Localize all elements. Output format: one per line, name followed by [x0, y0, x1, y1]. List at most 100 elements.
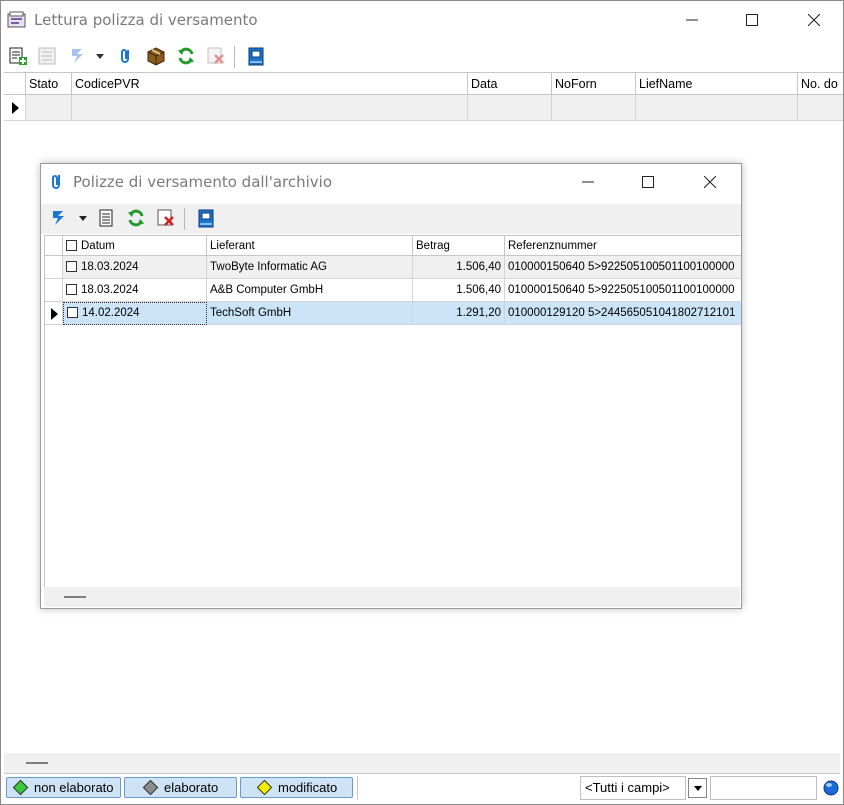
close-button[interactable]: [785, 1, 843, 39]
table-row[interactable]: 18.03.2024: [63, 256, 207, 279]
cell-betrag[interactable]: 1.506,40: [413, 279, 505, 302]
dialog-book-button[interactable]: [195, 208, 217, 230]
table-row-selected[interactable]: 14.02.2024: [63, 302, 207, 325]
column-header-liefname[interactable]: LiefName: [636, 73, 798, 95]
list-icon: [37, 46, 57, 69]
cell-lieferant[interactable]: TechSoft GmbH: [207, 302, 413, 325]
splitter-handle[interactable]: [26, 762, 48, 764]
cell-referenznummer[interactable]: 010000129120 5>244565051041802712101: [505, 302, 741, 325]
app-icon: [7, 10, 27, 33]
gray-diamond-icon: [142, 779, 159, 796]
legend-modificato[interactable]: modificato: [240, 777, 353, 798]
dialog-toolbar-separator: [184, 208, 185, 230]
refresh-icon: [126, 208, 146, 231]
main-titlebar[interactable]: Lettura polizza di versamento: [1, 1, 843, 39]
dialog-footer-bar: [44, 587, 740, 607]
column-header-stato[interactable]: Stato: [26, 73, 72, 95]
main-grid[interactable]: Stato CodicePVR Data NoForn LiefName No.…: [4, 72, 843, 125]
dialog-refresh-button[interactable]: [125, 208, 147, 230]
new-row-data[interactable]: [468, 95, 552, 121]
green-diamond-icon: [12, 779, 29, 796]
main-footer-bar: [4, 753, 840, 773]
legend-label: elaborato: [164, 780, 219, 795]
delete-icon: [206, 46, 226, 69]
attach-button[interactable]: [115, 46, 137, 68]
cell-lieferant[interactable]: A&B Computer GmbH: [207, 279, 413, 302]
column-header-data[interactable]: Data: [468, 73, 552, 95]
row-indicator[interactable]: [45, 279, 63, 302]
row-checkbox[interactable]: [66, 284, 77, 296]
dialog-close-button[interactable]: [681, 164, 739, 200]
cell-lieferant[interactable]: TwoByte Informatic AG: [207, 256, 413, 279]
dialog-maximize-button[interactable]: [619, 164, 677, 200]
toolbar-separator: [234, 46, 235, 68]
column-header-referenznummer[interactable]: Referenznummer: [505, 236, 741, 256]
list-view-button[interactable]: [36, 46, 58, 68]
dialog-delete-button[interactable]: [155, 208, 177, 230]
paperclip-icon: [49, 172, 65, 195]
row-checkbox[interactable]: [66, 261, 77, 273]
minimize-button[interactable]: [663, 1, 721, 39]
lightning-icon: [49, 208, 69, 231]
book-icon: [246, 46, 266, 69]
dialog-grid[interactable]: Datum Lieferant Betrag Referenznummer 18…: [44, 235, 741, 588]
book-button[interactable]: [245, 46, 267, 68]
dialog-process-button[interactable]: [48, 208, 70, 230]
row-indicator-header: [45, 236, 63, 256]
refresh-button[interactable]: [175, 46, 197, 68]
refresh-icon: [176, 46, 196, 69]
row-checkbox[interactable]: [67, 307, 78, 319]
new-row-no-do[interactable]: [798, 95, 843, 121]
archive-button[interactable]: [145, 46, 167, 68]
new-record-button[interactable]: [7, 46, 29, 68]
globe-icon: [822, 780, 840, 800]
dialog-titlebar[interactable]: Polizze di versamento dall'archivio: [41, 164, 741, 200]
paperclip-icon: [116, 46, 136, 69]
yellow-diamond-icon: [256, 779, 273, 796]
current-row-arrow-icon: [12, 102, 19, 114]
column-header-lieferant[interactable]: Lieferant: [207, 236, 413, 256]
new-row-noforn[interactable]: [552, 95, 636, 121]
dialog-details-button[interactable]: [95, 208, 117, 230]
column-header-no-do[interactable]: No. do: [798, 73, 843, 95]
maximize-button[interactable]: [723, 1, 781, 39]
dialog-minimize-button[interactable]: [559, 164, 617, 200]
cell-betrag[interactable]: 1.291,20: [413, 302, 505, 325]
filter-field-select[interactable]: <Tutti i campi>: [580, 776, 686, 800]
new-row-codicepvr[interactable]: [72, 95, 468, 121]
column-header-noforn[interactable]: NoForn: [552, 73, 636, 95]
dialog-title: Polizze di versamento dall'archivio: [73, 173, 333, 191]
row-indicator[interactable]: [4, 95, 26, 121]
select-all-checkbox[interactable]: [66, 240, 77, 252]
column-header-datum[interactable]: Datum: [63, 236, 207, 256]
row-indicator[interactable]: [45, 302, 63, 325]
process-dropdown[interactable]: [93, 46, 107, 68]
legend-label: non elaborato: [34, 780, 114, 795]
cell-betrag[interactable]: 1.506,40: [413, 256, 505, 279]
row-indicator[interactable]: [45, 256, 63, 279]
box-icon: [146, 46, 166, 69]
filter-dropdown-button[interactable]: [688, 778, 707, 798]
status-separator: [357, 776, 358, 800]
filter-field-value: <Tutti i campi>: [585, 780, 670, 795]
table-row[interactable]: 18.03.2024: [63, 279, 207, 302]
column-header-label: Datum: [81, 240, 115, 252]
column-header-betrag[interactable]: Betrag: [413, 236, 505, 256]
dialog-process-dropdown[interactable]: [76, 208, 90, 230]
cell-referenznummer[interactable]: 010000150640 5>922505100501100100000: [505, 256, 741, 279]
new-row-liefname[interactable]: [636, 95, 798, 121]
dialog-toolbar: [41, 204, 741, 234]
splitter-handle[interactable]: [64, 596, 86, 598]
process-button[interactable]: [67, 46, 89, 68]
column-header-codicepvr[interactable]: CodicePVR: [72, 73, 468, 95]
search-globe-button[interactable]: [822, 779, 840, 797]
document-lines-icon: [96, 208, 116, 231]
legend-non-elaborato[interactable]: non elaborato: [6, 777, 121, 798]
legend-elaborato[interactable]: elaborato: [124, 777, 237, 798]
search-input[interactable]: [710, 776, 817, 800]
new-row-stato[interactable]: [26, 95, 72, 121]
delete-icon: [156, 208, 176, 231]
cell-referenznummer[interactable]: 010000150640 5>922505100501100100000: [505, 279, 741, 302]
delete-button[interactable]: [205, 46, 227, 68]
current-row-arrow-icon: [51, 308, 58, 320]
